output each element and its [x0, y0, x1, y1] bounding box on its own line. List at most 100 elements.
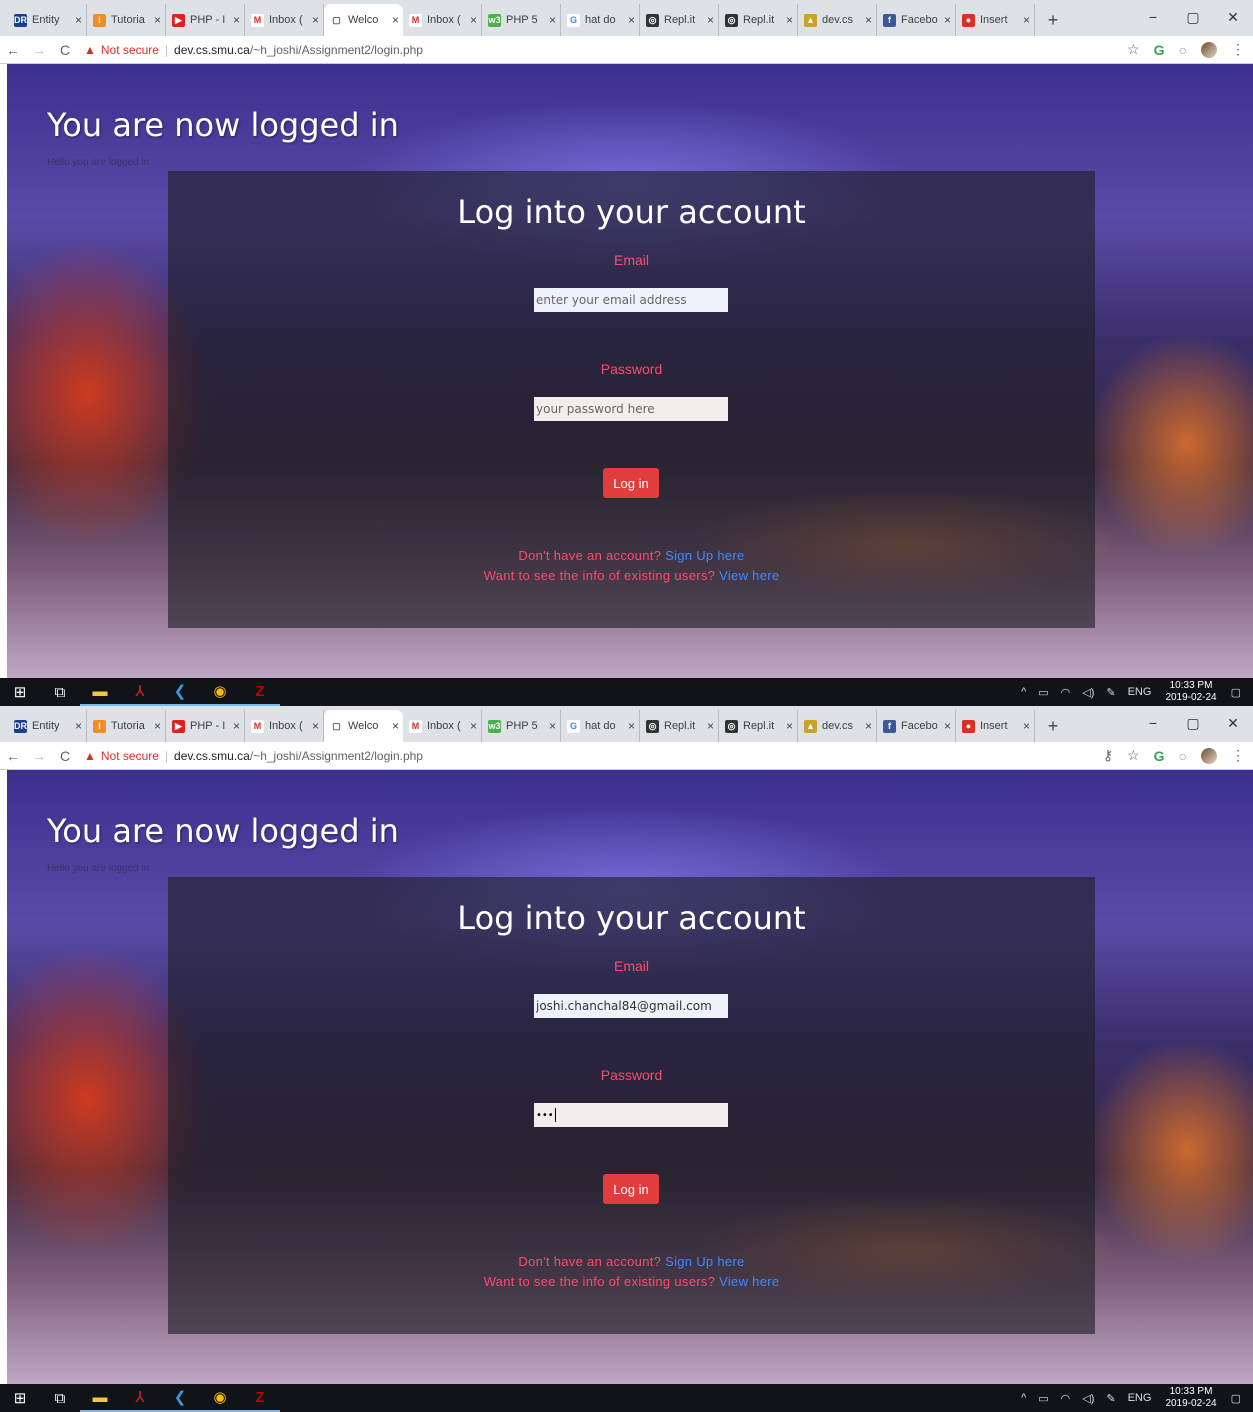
maximize-button[interactable]: ▢ [1173, 0, 1213, 34]
minimize-button[interactable]: − [1133, 0, 1173, 34]
omnibox[interactable]: ▲ Not secure | dev.cs.smu.ca/~h_joshi/As… [84, 749, 423, 763]
forward-icon[interactable]: → [26, 748, 52, 764]
browser-tab[interactable]: M Inbox (× [245, 4, 324, 36]
browser-tab[interactable]: ◎ Repl.it × [719, 710, 798, 742]
tab-close-icon[interactable]: × [154, 13, 161, 27]
browser-tab[interactable]: ▲ dev.cs × [798, 710, 877, 742]
signup-link[interactable]: Sign Up here [665, 548, 744, 563]
file-explorer-icon[interactable]: ▬ [80, 678, 120, 706]
browser-tab[interactable]: ▶ PHP - I × [166, 4, 245, 36]
extension-circle-icon[interactable]: ○ [1179, 748, 1187, 764]
browser-tab[interactable]: Ghat do × [561, 710, 640, 742]
minimize-button[interactable]: − [1133, 706, 1173, 740]
url-path[interactable]: /~h_joshi/Assignment2/login.php [250, 43, 423, 57]
browser-tab[interactable]: DR Entity × [8, 4, 87, 36]
browser-tab[interactable]: ▲ dev.cs × [798, 4, 877, 36]
bookmark-star-icon[interactable]: ☆ [1127, 41, 1140, 58]
battery-icon[interactable]: ▭ [1038, 686, 1048, 699]
tab-close-icon[interactable]: × [154, 719, 161, 733]
browser-tab[interactable]: M Inbox (× [245, 710, 324, 742]
close-window-button[interactable]: ✕ [1213, 706, 1253, 740]
tab-close-icon[interactable]: × [944, 13, 951, 27]
tab-close-icon[interactable]: × [470, 719, 477, 733]
browser-tab[interactable]: Ghat do × [561, 4, 640, 36]
tab-close-icon[interactable]: × [312, 13, 319, 27]
close-window-button[interactable]: ✕ [1213, 0, 1253, 34]
password-field[interactable]: ••• [534, 1103, 728, 1127]
tab-close-icon[interactable]: × [75, 13, 82, 27]
vscode-icon[interactable]: ❮ [160, 678, 200, 706]
reload-icon[interactable]: C [52, 748, 78, 764]
chrome-icon[interactable]: ◉ [200, 678, 240, 706]
tab-close-icon[interactable]: × [233, 719, 240, 733]
url-path[interactable]: /~h_joshi/Assignment2/login.php [250, 749, 423, 763]
language-indicator[interactable]: ENG [1128, 686, 1152, 698]
language-indicator[interactable]: ENG [1128, 1392, 1152, 1404]
task-view-icon[interactable]: ⧉ [40, 1384, 80, 1412]
vscode-icon[interactable]: ❮ [160, 1384, 200, 1412]
profile-avatar[interactable] [1201, 747, 1217, 764]
browser-tab[interactable]: ● Insert × [956, 710, 1035, 742]
wifi-icon[interactable]: ◠ [1061, 686, 1071, 699]
grammarly-icon[interactable]: G [1154, 748, 1165, 764]
tab-close-icon[interactable]: × [392, 13, 399, 27]
tab-close-icon[interactable]: × [865, 13, 872, 27]
login-button[interactable]: Log in [603, 1174, 659, 1204]
password-key-icon[interactable]: ⚷ [1103, 747, 1113, 764]
tab-close-icon[interactable]: × [707, 13, 714, 27]
url-host[interactable]: dev.cs.smu.ca [174, 749, 250, 763]
browser-tab[interactable]: i Tutoria × [87, 4, 166, 36]
notifications-icon[interactable]: ▢ [1231, 1392, 1241, 1405]
pen-icon[interactable]: ✎ [1106, 686, 1115, 699]
maximize-button[interactable]: ▢ [1173, 706, 1213, 740]
not-secure-label[interactable]: Not secure [101, 749, 159, 763]
browser-tab[interactable]: DR Entity × [8, 710, 87, 742]
email-field[interactable] [534, 994, 728, 1018]
volume-icon[interactable]: ◁) [1082, 1392, 1094, 1405]
browser-tab[interactable]: ◎ Repl.it × [719, 4, 798, 36]
menu-dots-icon[interactable]: ⋮ [1231, 747, 1245, 764]
not-secure-label[interactable]: Not secure [101, 43, 159, 57]
tab-close-icon[interactable]: × [1023, 13, 1030, 27]
browser-tab[interactable]: w3 PHP 5 × [482, 4, 561, 36]
filezilla-icon[interactable]: Z [240, 1384, 280, 1412]
forward-icon[interactable]: → [26, 42, 52, 58]
email-field[interactable] [534, 288, 728, 312]
clock[interactable]: 10:33 PM 2019-02-24 [1165, 1386, 1216, 1410]
tab-close-icon[interactable]: × [392, 719, 399, 733]
tab-close-icon[interactable]: × [312, 719, 319, 733]
tab-close-icon[interactable]: × [707, 719, 714, 733]
menu-dots-icon[interactable]: ⋮ [1231, 41, 1245, 58]
wifi-icon[interactable]: ◠ [1061, 1392, 1071, 1405]
browser-tab[interactable]: w3 PHP 5 × [482, 710, 561, 742]
url-host[interactable]: dev.cs.smu.ca [174, 43, 250, 57]
login-button[interactable]: Log in [603, 468, 659, 498]
tab-close-icon[interactable]: × [786, 13, 793, 27]
clock[interactable]: 10:33 PM 2019-02-24 [1165, 680, 1216, 704]
windows-start-icon[interactable]: ⊞ [0, 1384, 40, 1412]
browser-tab[interactable]: i Tutoria × [87, 710, 166, 742]
tab-close-icon[interactable]: × [549, 719, 556, 733]
browser-tab[interactable]: ▢ Welco × [324, 710, 403, 742]
browser-tab[interactable]: ● Insert × [956, 4, 1035, 36]
chrome-icon[interactable]: ◉ [200, 1384, 240, 1412]
notifications-icon[interactable]: ▢ [1231, 686, 1241, 699]
tab-close-icon[interactable]: × [944, 719, 951, 733]
tab-close-icon[interactable]: × [1023, 719, 1030, 733]
extension-circle-icon[interactable]: ○ [1179, 42, 1187, 58]
browser-tab[interactable]: ◎ Repl.it × [640, 4, 719, 36]
view-users-link[interactable]: View here [719, 1274, 779, 1289]
file-explorer-icon[interactable]: ▬ [80, 1384, 120, 1412]
back-icon[interactable]: ← [0, 42, 26, 58]
browser-tab[interactable]: ▢ Welco × [324, 4, 403, 36]
volume-icon[interactable]: ◁) [1082, 686, 1094, 699]
new-tab-button[interactable]: + [1041, 4, 1065, 36]
grammarly-icon[interactable]: G [1154, 42, 1165, 58]
tab-close-icon[interactable]: × [75, 719, 82, 733]
signup-link[interactable]: Sign Up here [665, 1254, 744, 1269]
tab-close-icon[interactable]: × [628, 13, 635, 27]
new-tab-button[interactable]: + [1041, 710, 1065, 742]
filezilla-icon[interactable]: Z [240, 678, 280, 706]
task-view-icon[interactable]: ⧉ [40, 678, 80, 706]
bookmark-star-icon[interactable]: ☆ [1127, 747, 1140, 764]
